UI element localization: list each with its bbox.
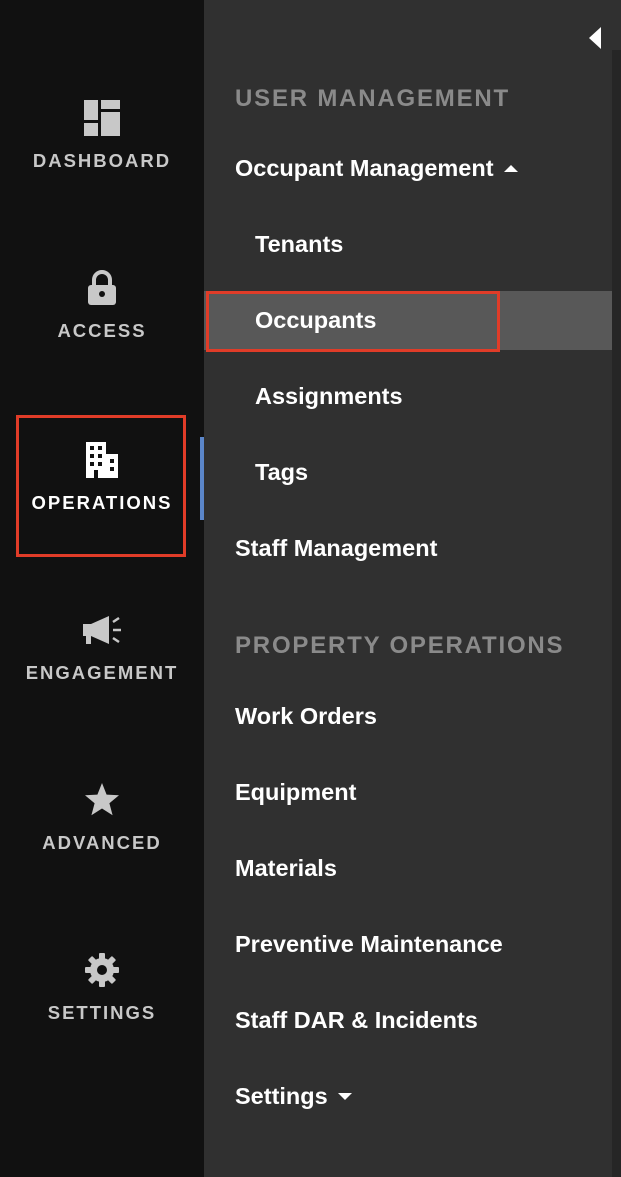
rail-item-advanced[interactable]: ADVANCED: [0, 772, 204, 902]
caret-down-icon: [337, 1093, 352, 1100]
section-title-property-operations: PROPERTY OPERATIONS: [235, 632, 565, 659]
rail-item-settings[interactable]: SETTINGS: [0, 942, 204, 1072]
menu-item-label: Preventive Maintenance: [235, 931, 503, 957]
menu-item-label: Settings: [235, 1083, 328, 1109]
app-root: DASHBOARD ACCESS OPERATIONS ENGAGEMENT A…: [0, 0, 621, 1177]
submenu-item-tenants[interactable]: Tenants: [255, 231, 343, 258]
gear-icon: [0, 950, 204, 990]
rail-label-settings: SETTINGS: [47, 1002, 157, 1023]
menu-item-work-orders[interactable]: Work Orders: [235, 703, 377, 730]
rail-item-access[interactable]: ACCESS: [0, 260, 204, 390]
menu-item-staff-dar-incidents[interactable]: Staff DAR & Incidents: [235, 1007, 478, 1034]
menu-item-label: Equipment: [235, 779, 357, 805]
collapse-panel-button[interactable]: [585, 26, 607, 50]
menu-item-label: Staff Management: [235, 535, 438, 561]
section-title-user-management: USER MANAGEMENT: [235, 85, 511, 112]
rail-label-operations: OPERATIONS: [31, 492, 173, 513]
lock-icon: [0, 268, 204, 308]
submenu-item-assignments[interactable]: Assignments: [255, 383, 403, 410]
primary-nav-rail: DASHBOARD ACCESS OPERATIONS ENGAGEMENT A…: [0, 0, 204, 1177]
menu-item-preventive-maintenance[interactable]: Preventive Maintenance: [235, 931, 503, 958]
dashboard-icon: [0, 98, 204, 138]
rail-item-operations[interactable]: OPERATIONS: [0, 432, 204, 562]
menu-item-label: Staff DAR & Incidents: [235, 1007, 478, 1033]
menu-item-settings[interactable]: Settings: [235, 1083, 352, 1110]
menu-item-label: Materials: [235, 855, 337, 881]
rail-label-engagement: ENGAGEMENT: [25, 662, 179, 683]
menu-item-occupant-management[interactable]: Occupant Management: [235, 155, 518, 182]
building-icon: [0, 440, 204, 480]
megaphone-icon: [0, 610, 204, 650]
panel-scroll-track[interactable]: [612, 50, 621, 1177]
menu-item-label: Occupant Management: [235, 155, 494, 181]
rail-label-access: ACCESS: [57, 320, 147, 341]
menu-item-label: Work Orders: [235, 703, 377, 729]
rail-item-dashboard[interactable]: DASHBOARD: [0, 90, 204, 220]
star-icon: [0, 780, 204, 820]
menu-item-equipment[interactable]: Equipment: [235, 779, 356, 806]
submenu-item-occupants[interactable]: Occupants: [255, 307, 376, 334]
menu-item-staff-management[interactable]: Staff Management: [235, 535, 437, 562]
menu-item-materials[interactable]: Materials: [235, 855, 337, 882]
rail-label-advanced: ADVANCED: [42, 832, 162, 853]
rail-label-dashboard: DASHBOARD: [32, 150, 172, 171]
submenu-item-tags[interactable]: Tags: [255, 459, 308, 486]
rail-item-engagement[interactable]: ENGAGEMENT: [0, 602, 204, 732]
caret-left-icon: [589, 27, 601, 49]
caret-up-icon: [503, 165, 518, 172]
